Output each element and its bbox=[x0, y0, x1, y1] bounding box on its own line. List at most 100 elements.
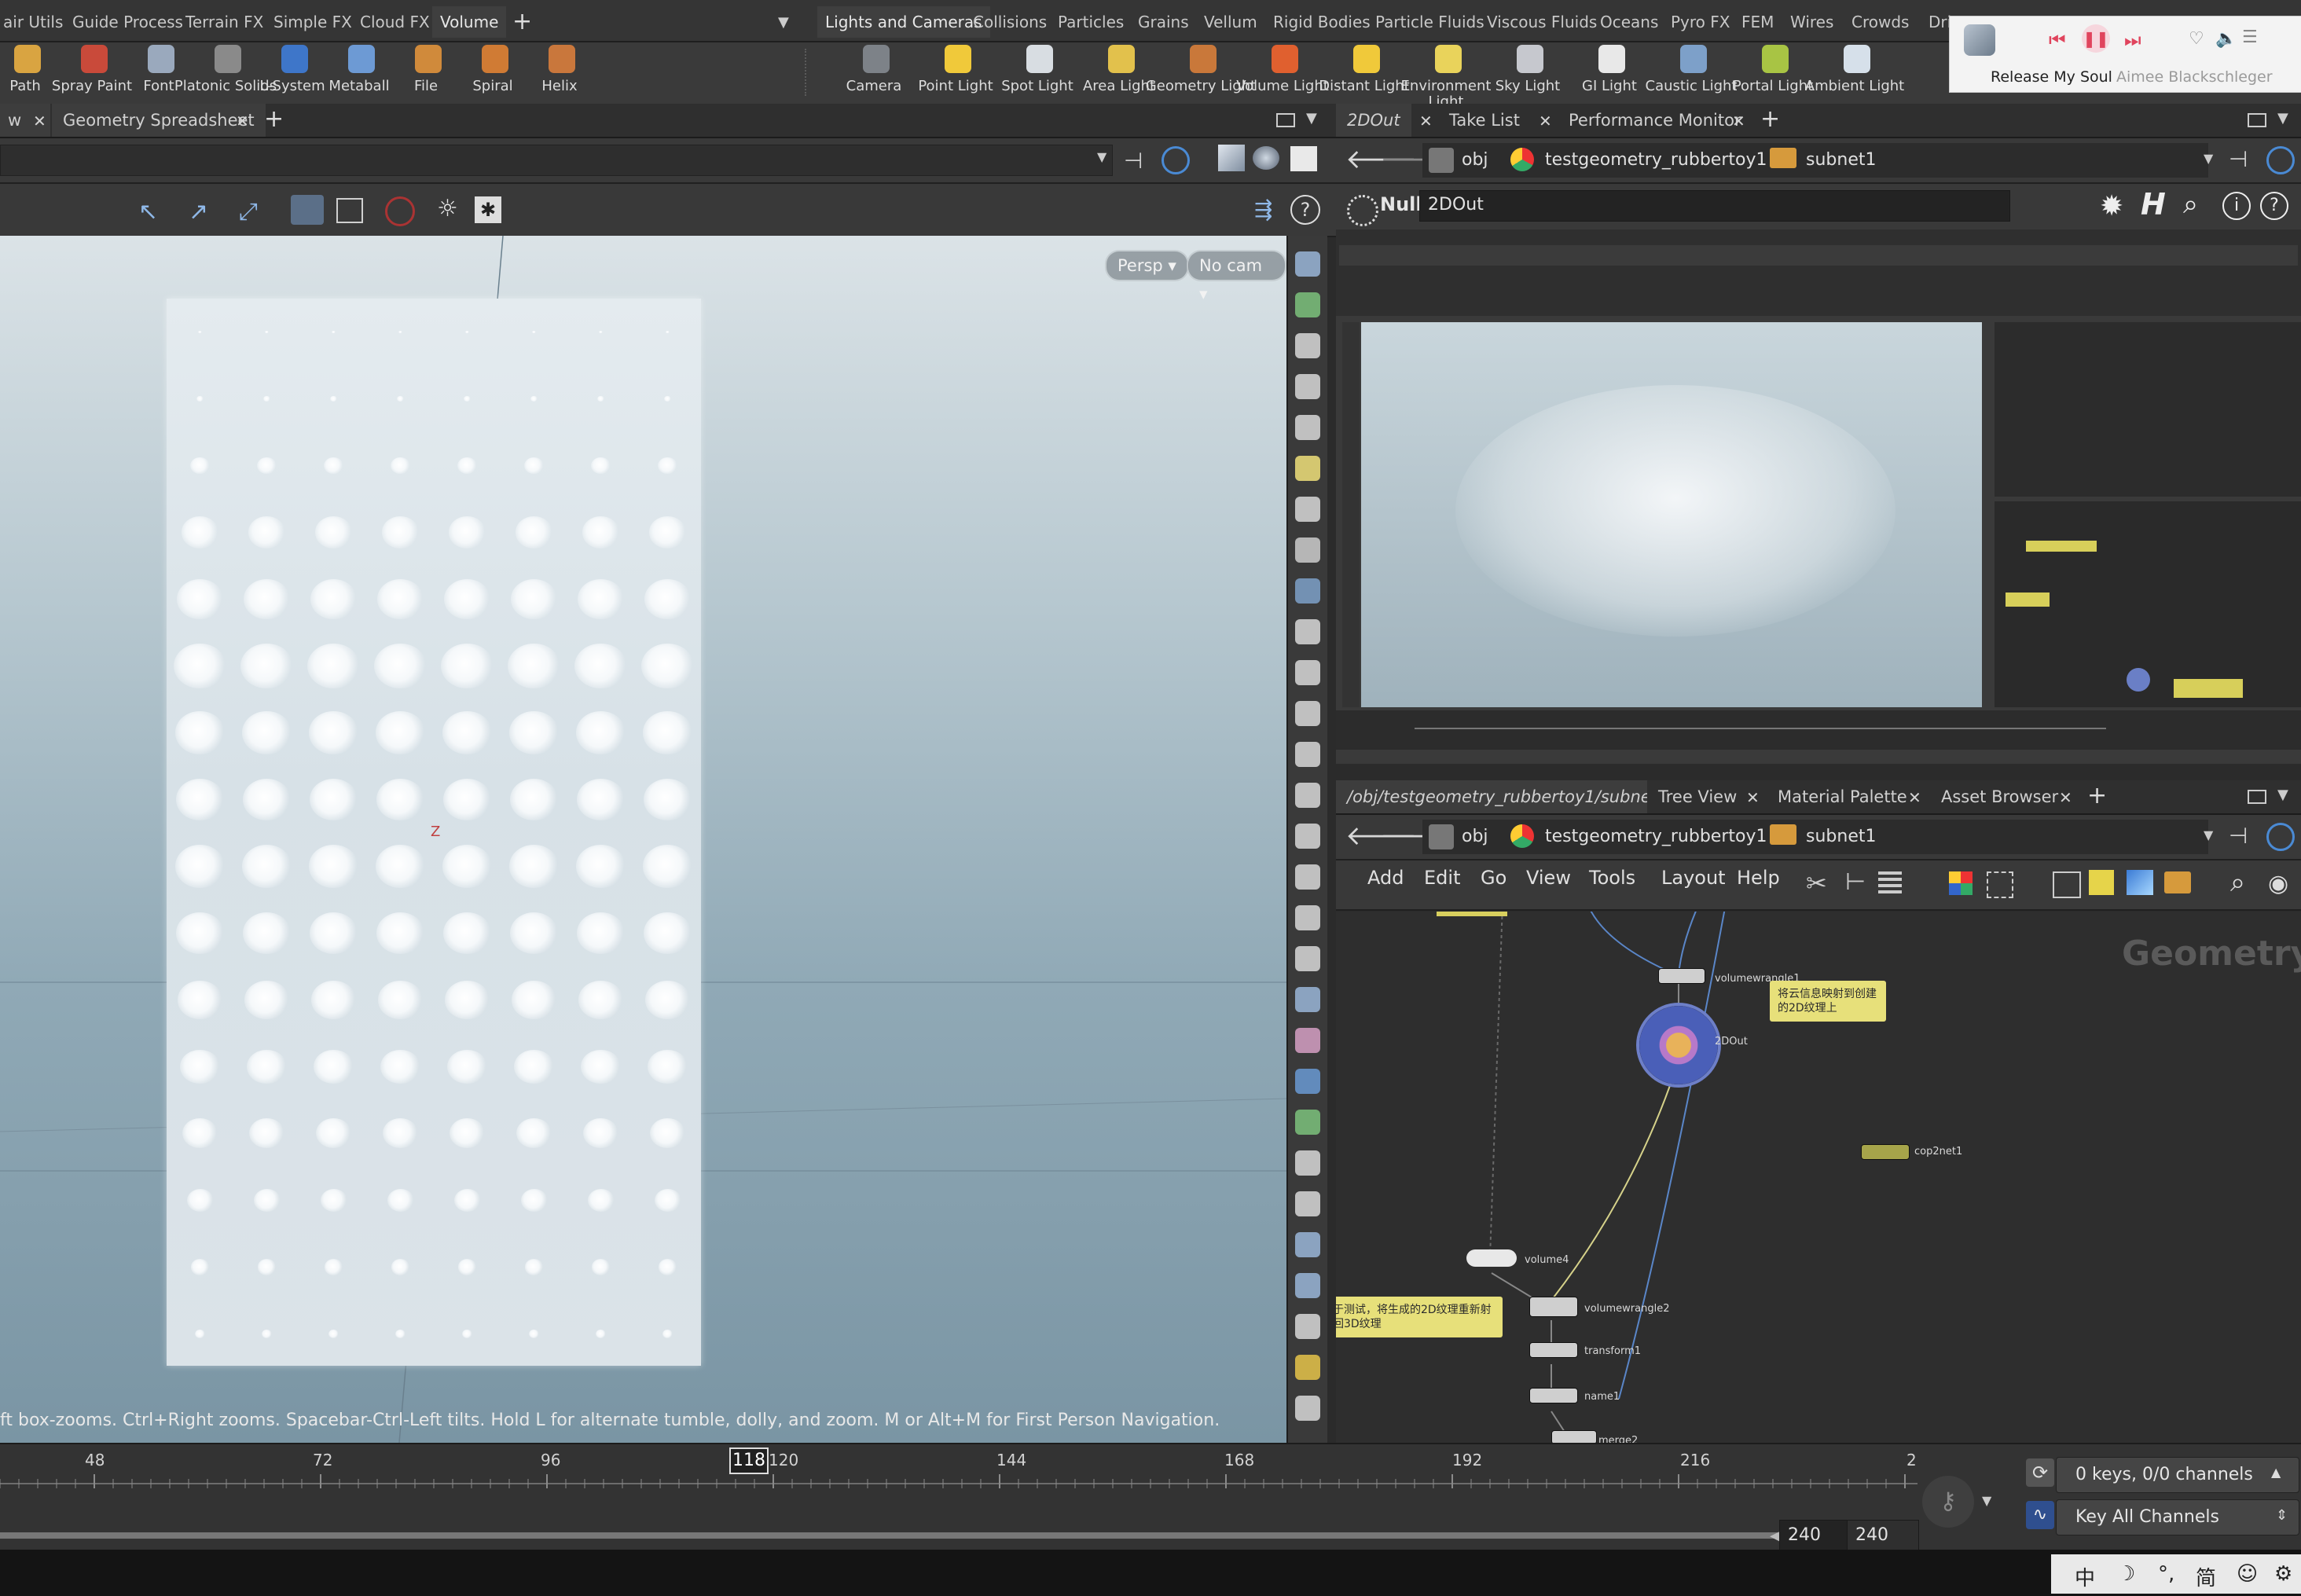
grid-snap-icon[interactable] bbox=[1987, 871, 2013, 898]
key-dropdown-icon[interactable]: ▼ bbox=[1982, 1493, 1991, 1508]
paint-icon[interactable] bbox=[1295, 864, 1320, 890]
tree-icon[interactable]: ⊢ bbox=[1845, 868, 1866, 896]
left-path-field[interactable] bbox=[0, 145, 1113, 176]
path-subnet1[interactable]: subnet1 bbox=[1806, 143, 1876, 178]
wrench-icon[interactable]: ✂ bbox=[1806, 868, 1827, 898]
add-pane-tab-icon[interactable]: + bbox=[2087, 782, 2107, 809]
tool-ambient-light[interactable]: Ambient Light bbox=[1805, 42, 1904, 104]
tab-asset-browser[interactable]: Asset Browser bbox=[1930, 780, 2070, 813]
display-layers-icon[interactable] bbox=[1295, 251, 1320, 277]
checker-icon[interactable] bbox=[1295, 1028, 1320, 1053]
render-region-icon[interactable] bbox=[336, 198, 363, 223]
animation-editor-icon[interactable]: ∿ bbox=[2026, 1501, 2054, 1529]
keys-channels-button[interactable]: 0 keys, 0/0 channels bbox=[2056, 1457, 2299, 1493]
shelf-tab-crowds[interactable]: Crowds bbox=[1844, 6, 1917, 38]
tool-l-system[interactable]: L-System bbox=[255, 42, 330, 104]
moon-icon[interactable]: ☽ bbox=[2117, 1562, 2135, 1586]
menu-add[interactable]: Add bbox=[1367, 867, 1404, 889]
wire-icon[interactable] bbox=[1295, 987, 1320, 1012]
tool-file[interactable]: File bbox=[388, 42, 464, 104]
close-tab-icon[interactable]: ✕ bbox=[1539, 112, 1552, 130]
add-pane-tab-icon[interactable]: + bbox=[1760, 105, 1780, 133]
tool-platonic-solids[interactable]: Platonic Solids bbox=[174, 42, 277, 104]
menu-edit[interactable]: Edit bbox=[1424, 867, 1460, 889]
link-icon[interactable] bbox=[1162, 146, 1190, 174]
volume-icon[interactable]: 🔈 bbox=[2215, 29, 2237, 49]
tool-caustic-light[interactable]: Caustic Light bbox=[1646, 42, 1737, 104]
shelf-tab-fem[interactable]: FEM bbox=[1734, 6, 1782, 38]
close-tab-icon[interactable]: ✕ bbox=[236, 112, 249, 130]
pane-menu-arrow-icon[interactable]: ▼ bbox=[2277, 787, 2288, 803]
node-cop2net1[interactable] bbox=[1861, 1144, 1910, 1160]
eye-icon[interactable] bbox=[1295, 1396, 1320, 1421]
path-obj[interactable]: obj bbox=[1462, 820, 1488, 854]
path-dropdown-icon[interactable]: ▼ bbox=[2204, 827, 2213, 842]
camera-lock-icon[interactable] bbox=[1295, 415, 1320, 440]
tool-spot-light[interactable]: Spot Light bbox=[1000, 42, 1075, 104]
network-box-icon[interactable] bbox=[2053, 871, 2081, 898]
shelf-tab-lights-and-cameras[interactable]: Lights and Cameras bbox=[817, 6, 990, 38]
shelf-tab-rigid-bodies[interactable]: Rigid Bodies bbox=[1265, 6, 1378, 38]
tool-sky-light[interactable]: Sky Light bbox=[1490, 42, 1565, 104]
list-view-icon[interactable] bbox=[1878, 871, 1902, 895]
light-link-icon[interactable]: ☼ bbox=[437, 195, 458, 222]
search-icon[interactable]: ⌕ bbox=[2183, 189, 2198, 220]
shelf-tab-simple-fx[interactable]: Simple FX bbox=[266, 6, 360, 38]
path-subnet1[interactable]: subnet1 bbox=[1806, 820, 1876, 854]
settings-gear-icon[interactable]: ✱ bbox=[475, 196, 501, 223]
houdini-help-icon[interactable]: H bbox=[2141, 187, 2166, 222]
number-12-icon[interactable] bbox=[1295, 824, 1320, 849]
info-icon[interactable] bbox=[1295, 1314, 1320, 1339]
menu-layout[interactable]: Layout bbox=[1661, 867, 1726, 889]
link-icon[interactable] bbox=[2266, 823, 2295, 851]
keys-menu-arrow-icon[interactable]: ▲ bbox=[2271, 1465, 2281, 1480]
node-transform1[interactable] bbox=[1529, 1342, 1578, 1358]
maximize-pane-icon[interactable] bbox=[2248, 113, 2266, 127]
sticky-note-icon[interactable] bbox=[2089, 870, 2114, 895]
tool-helix[interactable]: Helix bbox=[522, 42, 597, 104]
sticky-note-test[interactable]: 于测试，将生成的2D纹理重新射回3D纹理 bbox=[1336, 1297, 1503, 1337]
tool-portal-light[interactable]: Portal Light bbox=[1733, 42, 1813, 104]
maximize-pane-icon[interactable] bbox=[1276, 113, 1295, 127]
tool-camera[interactable]: Camera bbox=[836, 42, 912, 104]
ime-settings-icon[interactable]: ⚙ bbox=[2274, 1562, 2292, 1586]
tool-spray-paint[interactable]: Spray Paint bbox=[52, 42, 132, 104]
headlight-icon[interactable] bbox=[1295, 497, 1320, 522]
add-shelf-tab-icon[interactable]: + bbox=[512, 8, 532, 35]
global-end-frame-field[interactable]: 240 bbox=[1847, 1520, 1919, 1551]
transform-handle-icon[interactable]: ⤢ bbox=[239, 198, 258, 226]
select-tool-icon[interactable]: ↖ bbox=[138, 198, 158, 226]
simplified-icon[interactable]: 简 bbox=[2196, 1562, 2216, 1591]
pose-tool-icon[interactable]: ↗ bbox=[189, 198, 208, 226]
shelf-tab-particles[interactable]: Particles bbox=[1050, 6, 1132, 38]
background-icon[interactable] bbox=[1290, 146, 1317, 171]
end-frame-field[interactable]: 240 bbox=[1779, 1520, 1851, 1551]
path-obj[interactable]: obj bbox=[1462, 143, 1488, 178]
link-icon[interactable] bbox=[2266, 146, 2295, 174]
light-icon[interactable] bbox=[1295, 538, 1320, 563]
shelf-dropdown-arrow-icon[interactable]: ▼ bbox=[778, 14, 789, 31]
close-tab-icon[interactable]: ✕ bbox=[1732, 112, 1745, 130]
maximize-pane-icon[interactable] bbox=[2248, 790, 2266, 804]
help-icon[interactable]: ? bbox=[2260, 192, 2288, 220]
tab-take-list[interactable]: Take List bbox=[1438, 104, 1531, 137]
shelf-tab-pyro-fx[interactable]: Pyro FX bbox=[1663, 6, 1738, 38]
current-frame-marker[interactable]: 118 bbox=[729, 1447, 769, 1474]
tab-2dout[interactable]: 2DOut bbox=[1336, 104, 1411, 137]
pin-icon[interactable]: ⊣ bbox=[2229, 146, 2248, 172]
tool-volume-light[interactable]: Volume Light bbox=[1236, 42, 1329, 104]
menu-help[interactable]: Help bbox=[1737, 867, 1780, 889]
snap-icon[interactable] bbox=[1295, 292, 1320, 317]
circle-icon[interactable] bbox=[1295, 1191, 1320, 1216]
node-volumewrangle1[interactable] bbox=[1658, 968, 1705, 984]
dot-icon[interactable] bbox=[1295, 701, 1320, 726]
grid-icon[interactable] bbox=[1295, 1355, 1320, 1380]
lock-icon[interactable] bbox=[1295, 333, 1320, 358]
tab-tree-view[interactable]: Tree View bbox=[1647, 780, 1749, 813]
shelf-tab-collisions[interactable]: Collisions bbox=[965, 6, 1055, 38]
emoji-icon[interactable]: ☺ bbox=[2237, 1562, 2258, 1586]
shelf-tab-vellum[interactable]: Vellum bbox=[1196, 6, 1265, 38]
pause-icon[interactable]: ❚❚ bbox=[2082, 24, 2110, 53]
node-volume4[interactable] bbox=[1466, 1249, 1517, 1267]
pin-icon[interactable]: ⊣ bbox=[2229, 823, 2248, 849]
